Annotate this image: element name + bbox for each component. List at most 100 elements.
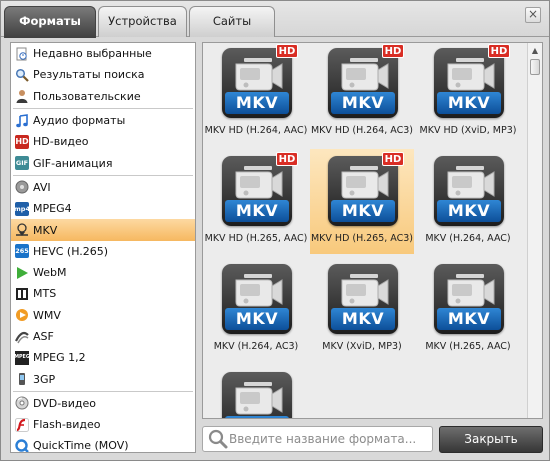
sidebar-item-flash[interactable]: Flash-видео xyxy=(11,414,195,435)
format-dialog: Форматы Устройства Сайты × Недавно выбра… xyxy=(0,0,550,461)
sidebar-item-label: HD-видео xyxy=(33,135,89,149)
format-search-box[interactable] xyxy=(202,426,433,452)
video-camera-icon: MKV xyxy=(222,372,292,418)
tab-sites[interactable]: Сайты xyxy=(189,6,275,37)
format-band-label: MKV xyxy=(331,92,395,114)
phone-icon xyxy=(15,372,29,386)
sidebar-item-avi[interactable]: AVI xyxy=(11,177,195,198)
flash-icon xyxy=(15,417,29,432)
format-tile[interactable]: MKV HD MKV HD (XviD, MP3) xyxy=(416,43,520,146)
sidebar-item-label: Flash-видео xyxy=(33,418,101,432)
sidebar-item-hevc[interactable]: 265 HEVC (H.265) xyxy=(11,241,195,262)
format-band-label: MKV xyxy=(437,92,501,114)
sidebar-item-dvd[interactable]: DVD-видео xyxy=(11,393,195,414)
tab-formats[interactable]: Форматы xyxy=(4,6,96,38)
format-tile[interactable]: MKV HD MKV HD (H.265, AAC) xyxy=(204,149,308,254)
search-icon xyxy=(207,428,229,450)
sidebar-item-label: GIF-анимация xyxy=(33,156,113,170)
mp4-icon: mp4 xyxy=(14,201,30,216)
recent-icon xyxy=(15,47,29,61)
format-tile[interactable]: MKV HD MKV HD (H.264, AAC) xyxy=(204,43,308,146)
sidebar-item-label: HEVC (H.265) xyxy=(33,244,109,258)
sidebar-item-label: MPEG 1,2 xyxy=(33,351,86,365)
sidebar-divider xyxy=(13,390,193,392)
gif-icon: GIF xyxy=(15,156,29,171)
sidebar-item-label: WMV xyxy=(33,308,61,322)
hd-badge: HD xyxy=(382,152,404,166)
video-camera-icon: MKV xyxy=(328,264,398,334)
sidebar-item-mp4[interactable]: mp4 MPEG4 xyxy=(11,198,195,219)
format-tile[interactable]: MKV MKV (H.264, AAC) xyxy=(416,149,520,254)
format-tile[interactable]: MKV HD MKV HD (H.265, AC3) xyxy=(310,149,414,254)
sidebar-item-quicktime[interactable]: QuickTime (MOV) xyxy=(11,435,195,453)
sidebar-item-label: Аудио форматы xyxy=(33,114,126,128)
sidebar-item-asf[interactable]: ASF xyxy=(11,326,195,347)
user-icon xyxy=(15,89,29,104)
sidebar-item-label: AVI xyxy=(33,180,51,194)
scroll-up-icon[interactable]: ▲ xyxy=(528,44,542,58)
avi-icon xyxy=(15,180,29,194)
format-label: MKV (H.265, AAC) xyxy=(425,341,511,352)
sidebar-item-label: QuickTime (MOV) xyxy=(33,439,129,453)
mts-icon xyxy=(15,287,29,301)
format-grid: MKV MKV MKV (H.265, AAC) MKV MKV (XviD, MP3)… xyxy=(202,42,543,419)
sidebar-item-search-results[interactable]: Результаты поиска xyxy=(11,64,195,85)
format-band-label: MKV xyxy=(331,308,395,330)
sidebar-item-mpeg[interactable]: MPEG MPEG 1,2 xyxy=(11,347,195,368)
sidebar-item-user[interactable]: Пользовательские xyxy=(11,86,195,107)
sidebar-item-hd[interactable]: HD HD-видео xyxy=(11,131,195,152)
hd-badge: HD xyxy=(276,152,298,166)
sidebar-item-label: WebM xyxy=(33,266,67,280)
search-input[interactable] xyxy=(229,429,427,449)
format-tile[interactable]: MKV xyxy=(204,365,308,418)
format-label: MKV (XviD, MP3) xyxy=(322,341,402,352)
sidebar-divider xyxy=(13,107,193,109)
format-category-list: Недавно выбранные Результаты поиска Пользо… xyxy=(10,42,196,453)
close-button[interactable]: Закрыть xyxy=(439,426,543,453)
format-band-label: MKV xyxy=(225,416,289,418)
sidebar-item-recent[interactable]: Недавно выбранные xyxy=(11,43,195,64)
sidebar-item-label: Пользовательские xyxy=(33,89,141,103)
format-band-label: MKV xyxy=(331,200,395,222)
format-label: MKV HD (H.265, AAC) xyxy=(204,233,308,244)
scroll-thumb[interactable] xyxy=(530,59,540,75)
music-note-icon xyxy=(15,113,29,128)
sidebar-item-label: MKV xyxy=(33,223,58,237)
webm-icon xyxy=(15,266,29,280)
hd-badge: HD xyxy=(488,44,510,58)
sidebar-item-phone[interactable]: 3GP xyxy=(11,368,195,389)
sidebar-item-mkv[interactable]: MKV xyxy=(11,219,195,241)
sidebar-item-webm[interactable]: WebM xyxy=(11,262,195,283)
format-tile[interactable]: MKV MKV (XviD, MP3) xyxy=(310,257,414,362)
format-tile[interactable]: MKV MKV (H.265, AAC) xyxy=(416,257,520,362)
format-band-label: MKV xyxy=(225,92,289,114)
format-label: MKV (H.264, AAC) xyxy=(425,233,511,244)
tab-bar: Форматы Устройства Сайты × xyxy=(1,1,549,38)
video-camera-icon: MKV xyxy=(222,264,292,334)
asf-icon xyxy=(15,330,29,344)
sidebar-item-label: MTS xyxy=(33,287,57,301)
wmv-icon xyxy=(15,308,29,322)
mpeg-icon: MPEG xyxy=(14,350,30,365)
format-label: MKV (H.264, AC3) xyxy=(213,341,299,352)
sidebar-item-mts[interactable]: MTS xyxy=(11,283,195,304)
close-icon[interactable]: × xyxy=(525,7,541,23)
hd-icon: HD xyxy=(15,134,29,149)
sidebar-item-label: DVD-видео xyxy=(33,396,96,410)
hd-badge: HD xyxy=(382,44,404,58)
sidebar-item-music-note[interactable]: Аудио форматы xyxy=(11,110,195,131)
sidebar-item-wmv[interactable]: WMV xyxy=(11,305,195,326)
hevc-icon: 265 xyxy=(15,244,29,259)
sidebar-divider xyxy=(13,174,193,176)
tab-devices[interactable]: Устройства xyxy=(98,6,187,37)
format-label: MKV HD (H.264, AAC) xyxy=(204,125,308,136)
sidebar-item-gif[interactable]: GIF GIF-анимация xyxy=(11,152,195,173)
quicktime-icon xyxy=(15,439,29,452)
format-band-label: MKV xyxy=(225,200,289,222)
format-tile[interactable]: MKV MKV (H.264, AC3) xyxy=(204,257,308,362)
format-tile[interactable]: MKV HD MKV HD (H.264, AC3) xyxy=(310,43,414,146)
hd-badge: HD xyxy=(276,44,298,58)
search-results-icon xyxy=(15,68,29,82)
vertical-scrollbar[interactable]: ▲ xyxy=(527,43,542,418)
sidebar-item-label: MPEG4 xyxy=(33,202,72,216)
